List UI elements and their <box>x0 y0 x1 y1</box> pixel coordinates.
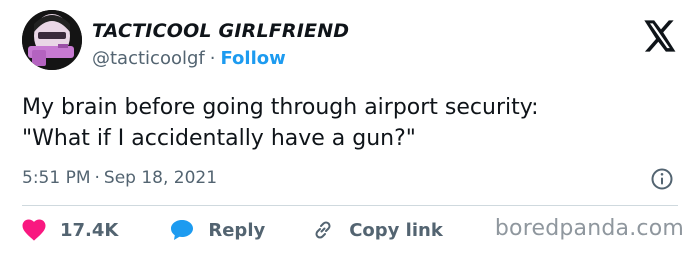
like-button[interactable]: 17.4K <box>22 219 118 241</box>
reply-bubble-icon <box>171 220 194 240</box>
like-count: 17.4K <box>60 219 119 241</box>
action-bar: 17.4K Reply Copy link <box>22 217 443 243</box>
divider <box>22 205 678 206</box>
separator-dot: · <box>209 48 216 69</box>
copy-link-button[interactable]: Copy link <box>311 218 443 242</box>
reply-button[interactable]: Reply <box>170 219 265 241</box>
link-icon <box>315 221 331 239</box>
author-name[interactable]: TACTICOOL GIRLFRIEND <box>92 20 349 42</box>
tweet-text-line: My brain before going through airport se… <box>22 95 539 120</box>
tweet-date: Sep 18, 2021 <box>103 168 218 188</box>
tweet-text: My brain before going through airport se… <box>22 92 682 154</box>
tweet-text-line: "What if I accidentally have a gun?" <box>22 126 416 151</box>
timestamp[interactable]: 5:51 PM · Sep 18, 2021 <box>22 168 217 188</box>
heart-icon <box>22 219 46 241</box>
author-handle-row: @tacticoolgf · Follow <box>92 48 286 69</box>
avatar[interactable] <box>22 10 82 70</box>
x-logo-icon[interactable] <box>643 20 677 52</box>
author-handle[interactable]: @tacticoolgf <box>92 48 205 69</box>
info-icon[interactable] <box>650 167 674 191</box>
tweet-time: 5:51 PM <box>22 168 91 188</box>
separator-dot: · <box>94 168 100 188</box>
follow-button[interactable]: Follow <box>220 48 285 69</box>
watermark: boredpanda.com <box>494 216 684 241</box>
reply-label: Reply <box>208 219 266 241</box>
copy-link-label: Copy link <box>349 219 443 241</box>
